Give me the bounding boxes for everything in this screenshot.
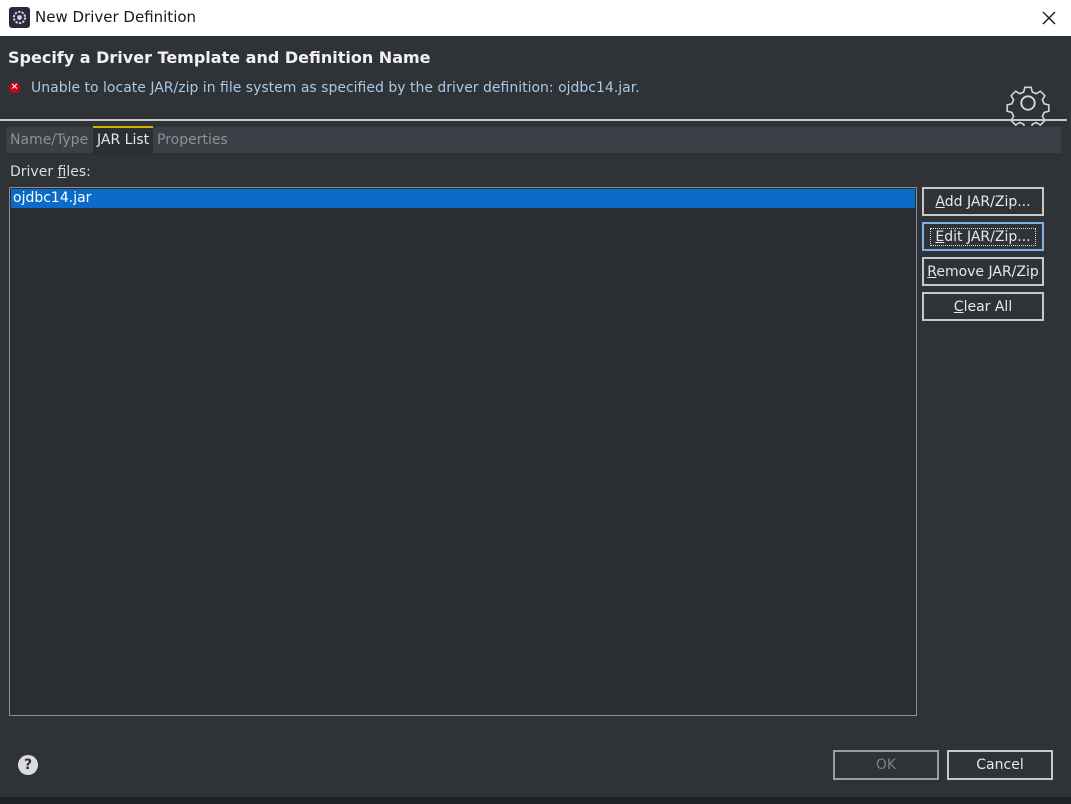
- remove-jar-button[interactable]: Remove JAR/Zip: [922, 257, 1044, 286]
- list-item-selected[interactable]: ojdbc14.jar: [11, 189, 915, 208]
- tab-jar-list[interactable]: JAR List: [93, 126, 154, 155]
- ok-button[interactable]: OK: [833, 750, 939, 780]
- driver-files-label: Driver files:: [10, 164, 91, 180]
- window-title: New Driver Definition: [35, 8, 197, 26]
- edit-jar-button[interactable]: Edit JAR/Zip...: [922, 222, 1044, 251]
- driver-files-list[interactable]: ojdbc14.jar: [9, 187, 917, 716]
- close-icon: [1042, 11, 1056, 25]
- tab-properties[interactable]: Properties: [153, 127, 232, 153]
- bottom-edge: [0, 797, 1071, 804]
- tab-bar: Name/Type JAR List Properties: [6, 126, 1061, 155]
- banner-separator: [0, 119, 1067, 121]
- close-button[interactable]: [1035, 4, 1063, 32]
- cancel-button[interactable]: Cancel: [947, 750, 1053, 780]
- error-icon: ×: [9, 82, 20, 93]
- add-jar-button[interactable]: Add JAR/Zip...: [922, 187, 1044, 216]
- help-icon[interactable]: ?: [18, 755, 38, 775]
- eclipse-app-icon: [9, 7, 30, 28]
- title-bar: New Driver Definition: [0, 0, 1071, 36]
- error-message: Unable to locate JAR/zip in file system …: [31, 80, 640, 96]
- wizard-banner: Specify a Driver Template and Definition…: [0, 36, 1071, 126]
- clear-all-button[interactable]: Clear All: [922, 292, 1044, 321]
- tab-name-type[interactable]: Name/Type: [6, 127, 92, 153]
- page-title: Specify a Driver Template and Definition…: [8, 48, 431, 67]
